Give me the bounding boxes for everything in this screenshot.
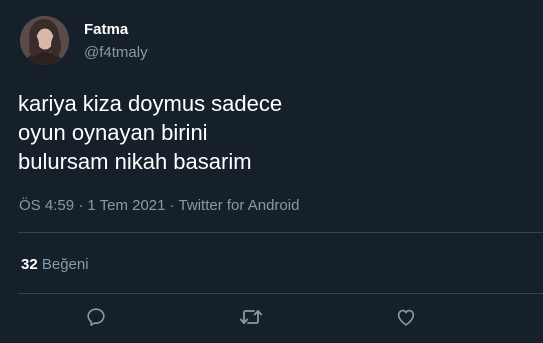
- avatar[interactable]: [20, 16, 69, 65]
- user-handle[interactable]: @f4tmaly: [84, 44, 148, 61]
- tweet-card: Fatma @f4tmaly kariya kiza doymus sadece…: [0, 0, 543, 343]
- tweet-timestamp[interactable]: ÖS 4:59 · 1 Tem 2021 · Twitter for Andro…: [19, 197, 299, 214]
- retweet-button[interactable]: [239, 305, 263, 329]
- tweet-text-line: oyun oynayan birini: [18, 120, 208, 145]
- divider: [18, 293, 543, 294]
- likes-count: 32: [21, 256, 38, 273]
- tweet-text-line: bulursam nikah basarim: [18, 149, 252, 174]
- likes-label: Beğeni: [41, 256, 89, 273]
- tweet-text-line: kariya kiza doymus sadece: [18, 91, 283, 116]
- divider: [18, 232, 543, 233]
- retweet-icon: [239, 310, 263, 324]
- like-button[interactable]: [394, 305, 418, 329]
- tweet-text: kariya kiza doymus sadece oyun oynayan b…: [18, 89, 518, 176]
- likes-stat[interactable]: 32 Beğeni: [21, 256, 89, 273]
- avatar-image: [20, 16, 69, 65]
- reply-button[interactable]: [84, 305, 108, 329]
- reply-icon: [87, 308, 105, 326]
- display-name[interactable]: Fatma: [84, 21, 128, 38]
- like-icon: [397, 309, 415, 326]
